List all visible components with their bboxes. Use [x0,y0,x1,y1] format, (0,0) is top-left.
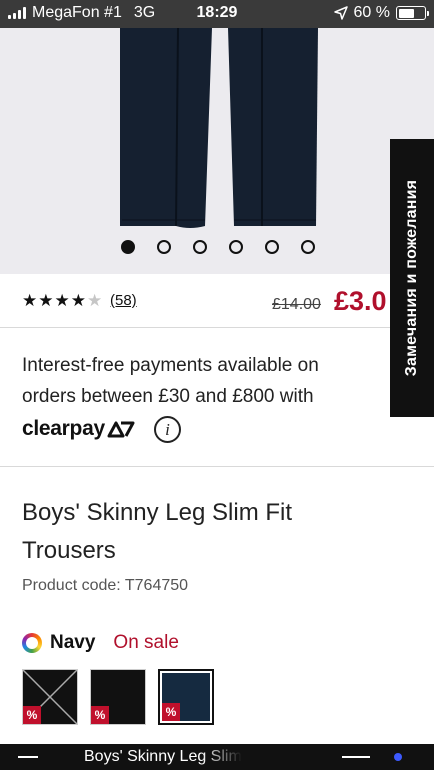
gallery-pagination [121,240,315,254]
info-icon[interactable]: i [154,416,181,443]
sale-price: £3.0 [334,286,387,316]
star-rating: ★ ★ ★ ★ ★ [22,292,102,309]
reviews-link[interactable]: (58) [110,292,137,309]
clearpay-info: Interest-free payments available on orde… [0,328,434,467]
sale-badge: % [91,706,109,724]
star-icon: ★ [54,291,70,310]
rating-price-row: ★ ★ ★ ★ ★ (58) £14.00 £3.0 [0,274,434,328]
feedback-tab-label: Замечания и пожелания [403,179,420,377]
sale-badge: % [162,703,180,721]
status-bar: MegaFon #1 3G 18:29 60 % [0,0,434,28]
product-image-gallery[interactable] [0,0,434,274]
gallery-dot-5[interactable] [265,240,279,254]
star-icon: ★ [38,291,54,310]
left-dash [18,756,38,758]
color-selection-row: Navy On sale [22,632,179,654]
product-code: Product code: T764750 [22,577,189,594]
location-arrow-icon [333,6,348,20]
feedback-tab[interactable]: Замечания и пожелания [390,139,434,417]
trousers-image [120,27,318,228]
clearpay-arrows-icon [107,421,135,438]
on-sale-label: On sale [113,632,179,653]
product-title: Boys' Skinny Leg Slim Fit Trousers [22,499,293,564]
color-swatches: % % % [22,669,214,725]
original-price: £14.00 [272,296,321,313]
gallery-dot-3[interactable] [193,240,207,254]
sticky-product-title: Boys' Skinny Leg Slim [84,748,242,768]
swatch-unavailable[interactable]: % [22,669,78,725]
selected-color-name: Navy [50,632,96,653]
battery-percent: 60 % [353,4,390,21]
clearpay-logo: clearpay [22,417,135,441]
star-icon: ★ [87,291,103,310]
clearpay-message: Interest-free payments available on orde… [22,355,319,407]
star-icon: ★ [70,291,86,310]
battery-icon [396,6,429,20]
color-wheel-icon [22,633,42,653]
gallery-dot-1[interactable] [121,240,135,254]
gallery-dot-2[interactable] [157,240,171,254]
swatch-navy[interactable]: % [158,669,214,725]
sticky-product-bar[interactable]: Boys' Skinny Leg Slim [0,744,434,770]
star-icon: ★ [22,291,38,310]
clearpay-wordmark: clearpay [22,417,105,440]
gallery-dot-6[interactable] [301,240,315,254]
gallery-dot-4[interactable] [229,240,243,254]
swatch-black[interactable]: % [90,669,146,725]
sale-badge: % [23,706,41,724]
right-dash [342,756,370,758]
indicator-dot [394,753,402,761]
